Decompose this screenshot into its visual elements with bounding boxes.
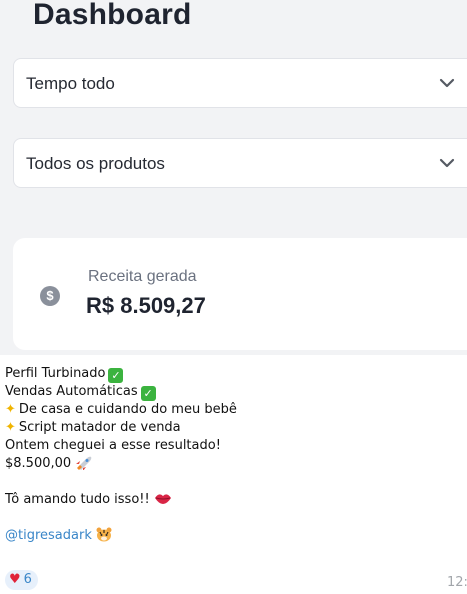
chevron-down-icon xyxy=(439,78,455,88)
message-text: Vendas Automáticas xyxy=(5,384,138,399)
chevron-down-icon xyxy=(439,158,455,168)
revenue-card: $ Receita gerada R$ 8.509,27 xyxy=(13,238,467,350)
reaction-badge[interactable]: ♥ 6 xyxy=(5,570,38,590)
message-text: $8.500,00 xyxy=(5,456,72,471)
check-mark-icon: ✓ xyxy=(140,386,156,401)
dashboard-screenshot: Dashboard Tempo todo Todos os produtos $… xyxy=(0,0,467,355)
red-heart-icon: ♥ xyxy=(9,572,21,587)
message-text: De casa e cuidando do meu bebê xyxy=(18,402,237,417)
reaction-count: 6 xyxy=(23,572,32,587)
message-line: Tô amando tudo isso!! xyxy=(5,491,445,509)
period-select[interactable]: Tempo todo xyxy=(13,58,467,108)
message-line: Vendas Automáticas ✓ xyxy=(5,383,445,401)
message-text: Tô amando tudo isso!! xyxy=(5,492,150,507)
product-select[interactable]: Todos os produtos xyxy=(13,138,467,188)
message-line: @tigresadark xyxy=(5,527,445,545)
chat-message: Perfil Turbinado ✓ Vendas Automáticas ✓ ✦ D… xyxy=(5,365,445,545)
message-text: Script matador de venda xyxy=(18,420,181,435)
message-line: ✦ Script matador de venda xyxy=(5,419,445,437)
message-line: Ontem cheguei a esse resultado! xyxy=(5,437,445,455)
message-time: 12: xyxy=(447,575,467,590)
kiss-lips-icon xyxy=(154,494,171,504)
tiger-icon xyxy=(96,527,112,542)
mention-link[interactable]: @tigresadark xyxy=(5,528,92,543)
product-select-value: Todos os produtos xyxy=(26,154,165,173)
revenue-value: R$ 8.509,27 xyxy=(86,293,206,318)
rocket-icon xyxy=(76,456,92,471)
page-title: Dashboard xyxy=(33,0,192,31)
period-select-value: Tempo todo xyxy=(26,74,115,93)
revenue-label: Receita gerada xyxy=(88,268,197,285)
message-line: Perfil Turbinado ✓ xyxy=(5,365,445,383)
message-line: $8.500,00 xyxy=(5,455,445,473)
sparkles-icon: ✦ xyxy=(5,402,16,417)
sparkles-icon: ✦ xyxy=(5,420,16,435)
message-text: Ontem cheguei a esse resultado! xyxy=(5,438,221,453)
message-line: ✦ De casa e cuidando do meu bebê xyxy=(5,401,445,419)
message-text: Perfil Turbinado xyxy=(5,366,106,381)
dollar-coin-icon: $ xyxy=(40,286,60,306)
check-mark-icon: ✓ xyxy=(108,368,124,383)
